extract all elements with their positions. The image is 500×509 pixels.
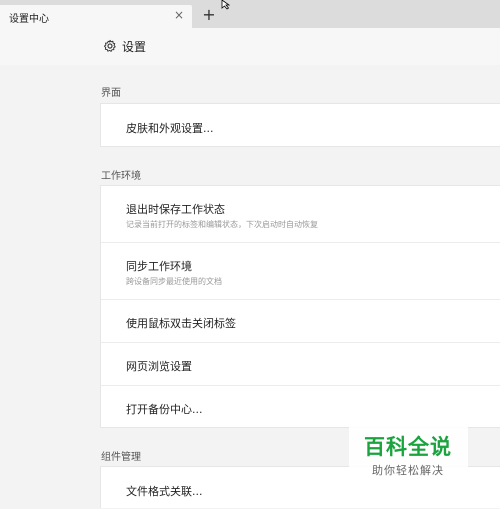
settings-header: 设置 [0,28,500,65]
new-tab-icon[interactable]: + [202,6,216,24]
row-description: 记录当前打开的标签和编辑状态，下次启动时自动恢复 [126,220,318,229]
row-label: 文件格式关联... [126,485,203,498]
row-label: 退出时保存工作状态 [126,203,225,216]
skin-appearance-settings[interactable]: 皮肤和外观设置... [101,104,500,147]
tab-settings-center[interactable]: 设置中心 × [0,5,192,28]
open-backup-center[interactable]: 打开备份中心... [101,386,500,428]
watermark: 百科全说 助你轻松解决 [349,425,468,487]
section-title-components: 组件管理 [101,452,141,463]
tab-strip: 设置中心 × + [0,0,500,28]
gear-icon [103,39,116,52]
row-label: 皮肤和外观设置... [126,122,214,135]
tab-title: 设置中心 [9,14,49,25]
double-click-close-tab[interactable]: 使用鼠标双击关闭标签 [101,300,500,343]
section-title-workspace: 工作环境 [101,171,141,182]
row-description: 跨设备同步最近使用的文档 [126,277,222,286]
row-label: 网页浏览设置 [126,360,192,373]
section-title-interface: 界面 [101,88,121,99]
watermark-subtitle: 助你轻松解决 [372,464,444,477]
page-title: 设置 [122,40,147,54]
row-label: 使用鼠标双击关闭标签 [126,317,236,330]
web-browsing-settings[interactable]: 网页浏览设置 [101,343,500,386]
card-interface: 皮肤和外观设置... [100,103,500,147]
close-icon[interactable]: × [172,8,186,22]
watermark-title: 百科全说 [364,435,452,459]
row-label: 同步工作环境 [126,260,192,273]
mouse-cursor-icon [221,0,231,10]
save-work-state-on-exit[interactable]: 退出时保存工作状态 记录当前打开的标签和编辑状态，下次启动时自动恢复 [101,186,500,243]
card-workspace: 退出时保存工作状态 记录当前打开的标签和编辑状态，下次启动时自动恢复 同步工作环… [100,185,500,428]
row-label: 打开备份中心... [126,403,203,416]
sync-work-environment[interactable]: 同步工作环境 跨设备同步最近使用的文档 [101,243,500,300]
